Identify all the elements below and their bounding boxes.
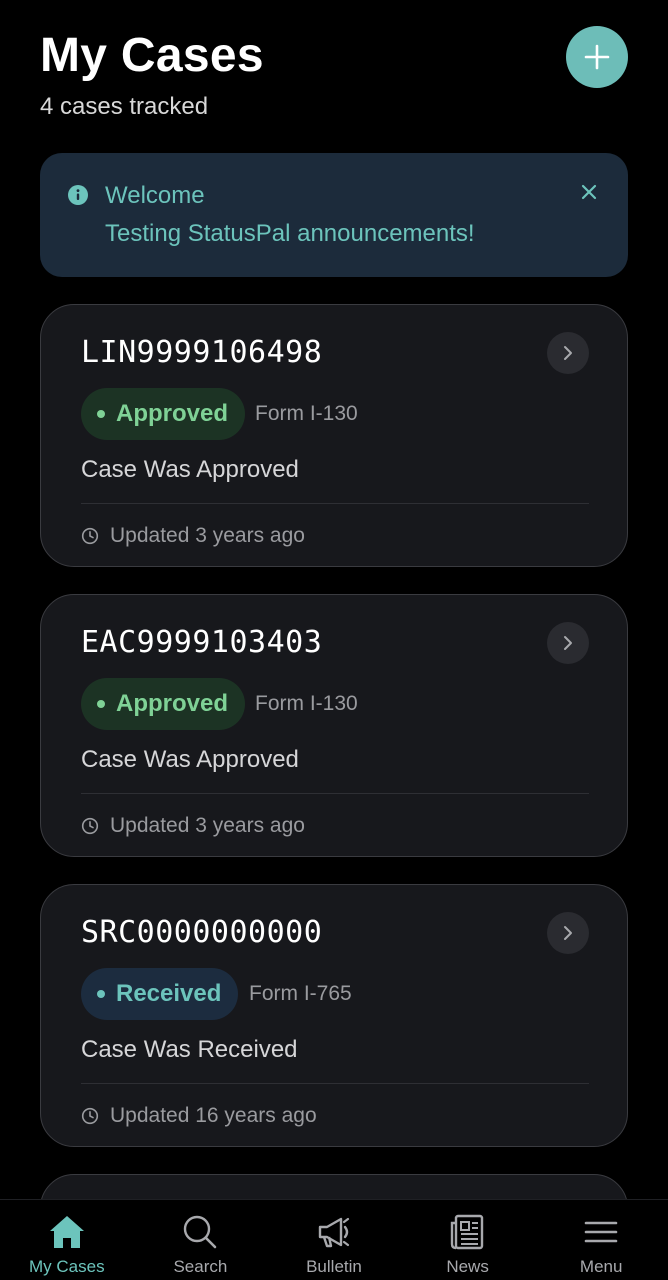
announcement-body: Testing StatusPal announcements! <box>105 220 475 247</box>
newspaper-icon <box>450 1214 483 1250</box>
last-updated: Updated 3 years ago <box>81 522 305 550</box>
status-label: Approved <box>116 690 229 717</box>
form-type: Form I-765 <box>249 982 352 1005</box>
bottom-tab-bar: My Cases Search Bulletin News Menu <box>0 1199 668 1280</box>
chevron-right-icon <box>564 346 572 360</box>
status-label: Received <box>116 980 222 1007</box>
tab-label: Search <box>173 1257 228 1276</box>
form-type: Form I-130 <box>255 402 358 425</box>
last-updated-text: Updated 3 years ago <box>110 524 305 547</box>
last-updated-text: Updated 16 years ago <box>110 1104 317 1127</box>
case-card[interactable]: EAC9999103403 Approved Form I-130 Case W… <box>40 594 628 857</box>
search-icon <box>184 1215 217 1249</box>
status-label: Approved <box>116 400 229 427</box>
chevron-right-icon <box>564 926 572 940</box>
status-dot <box>97 410 105 418</box>
open-case-button[interactable] <box>547 332 589 374</box>
divider <box>81 793 589 794</box>
form-type: Form I-130 <box>255 692 358 715</box>
case-number: SRC0000000000 <box>81 915 323 950</box>
status-badge: Received <box>81 968 239 1020</box>
page-title: My Cases <box>40 29 264 82</box>
divider <box>81 503 589 504</box>
my-cases-screen: My Cases 4 cases tracked Welcome Testing… <box>0 0 668 1280</box>
tab-label: Menu <box>579 1257 623 1276</box>
open-case-button[interactable] <box>547 622 589 664</box>
divider <box>81 1083 589 1084</box>
home-icon <box>49 1216 84 1248</box>
close-icon[interactable] <box>578 181 600 203</box>
announcement-banner: Welcome Testing StatusPal announcements! <box>40 153 628 277</box>
announcement-title: Welcome <box>105 182 205 209</box>
chevron-right-icon <box>564 636 572 650</box>
tab-menu[interactable]: Menu <box>534 1200 668 1280</box>
cases-count: 4 cases tracked <box>40 93 209 120</box>
open-case-button[interactable] <box>547 912 589 954</box>
menu-icon <box>584 1221 618 1243</box>
info-icon <box>68 185 88 205</box>
page-header: My Cases 4 cases tracked <box>40 26 628 128</box>
status-badge: Approved <box>81 678 246 730</box>
clock-icon <box>81 1107 99 1125</box>
case-card[interactable]: SRC0000000000 Received Form I-765 Case W… <box>40 884 628 1147</box>
tab-label: News <box>446 1257 489 1276</box>
case-status-text: Case Was Received <box>81 1036 298 1063</box>
tab-bulletin[interactable]: Bulletin <box>267 1200 401 1280</box>
last-updated: Updated 16 years ago <box>81 1102 317 1130</box>
status-badge: Approved <box>81 388 246 440</box>
tab-label: Bulletin <box>306 1257 362 1276</box>
status-dot <box>97 700 105 708</box>
status-dot <box>97 990 105 998</box>
case-card[interactable]: LIN9999106498 Approved Form I-130 Case W… <box>40 304 628 567</box>
case-number: LIN9999106498 <box>81 335 323 370</box>
last-updated: Updated 3 years ago <box>81 812 305 840</box>
last-updated-text: Updated 3 years ago <box>110 814 305 837</box>
clock-icon <box>81 527 99 545</box>
megaphone-icon <box>318 1217 350 1248</box>
tab-my-cases[interactable]: My Cases <box>0 1200 134 1280</box>
clock-icon <box>81 817 99 835</box>
tab-news[interactable]: News <box>401 1200 535 1280</box>
case-status-text: Case Was Approved <box>81 456 299 483</box>
case-status-text: Case Was Approved <box>81 746 299 773</box>
tab-label: My Cases <box>29 1257 105 1276</box>
tab-search[interactable]: Search <box>134 1200 268 1280</box>
plus-icon <box>584 44 610 70</box>
add-case-button[interactable] <box>566 26 628 88</box>
case-number: EAC9999103403 <box>81 625 323 660</box>
